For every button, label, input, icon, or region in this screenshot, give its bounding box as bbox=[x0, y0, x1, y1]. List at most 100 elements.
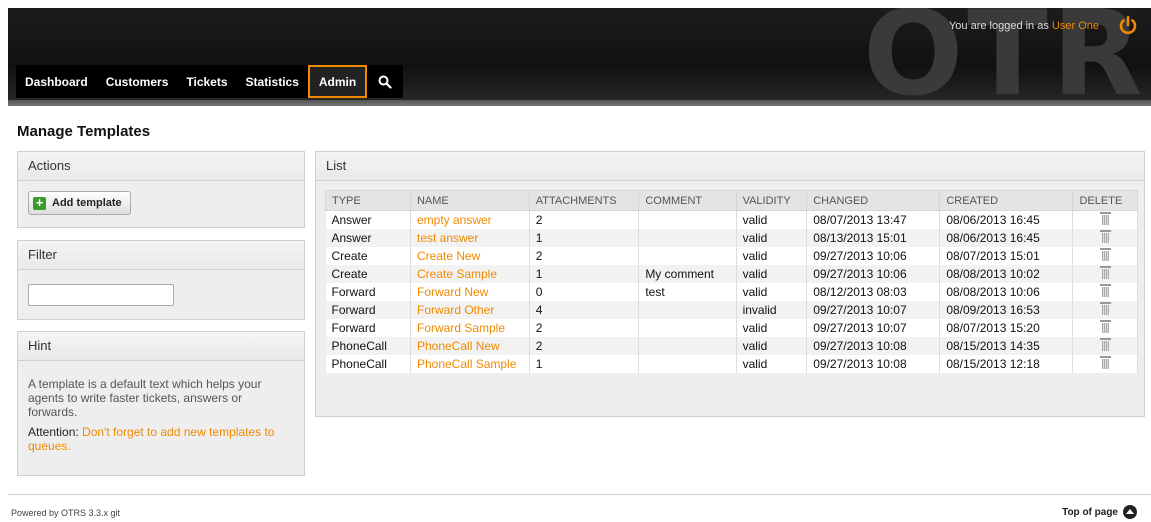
top-of-page-link[interactable]: Top of page bbox=[1062, 505, 1137, 519]
trash-icon[interactable] bbox=[1099, 230, 1111, 243]
delete-cell bbox=[1072, 265, 1138, 283]
page-title: Manage Templates bbox=[17, 123, 151, 140]
template-name-link[interactable]: Create Sample bbox=[410, 265, 530, 283]
cell-comment bbox=[638, 301, 737, 319]
nav-search[interactable] bbox=[367, 65, 403, 98]
trash-icon[interactable] bbox=[1099, 212, 1111, 225]
add-template-button[interactable]: + Add template bbox=[28, 191, 131, 215]
cell-attachments: 2 bbox=[529, 210, 640, 229]
trash-icon[interactable] bbox=[1099, 302, 1111, 315]
cell-attachments: 2 bbox=[529, 247, 640, 265]
delete-cell bbox=[1072, 319, 1138, 337]
cell-validity: valid bbox=[736, 210, 808, 229]
template-name-link[interactable]: test answer bbox=[410, 229, 530, 247]
nav-statistics[interactable]: Statistics bbox=[237, 65, 308, 98]
delete-cell bbox=[1072, 355, 1138, 373]
table-row: Forward Forward Sample 2 valid 09/27/2013 10… bbox=[325, 319, 1138, 337]
cell-comment bbox=[638, 210, 737, 229]
template-name-link[interactable]: Forward New bbox=[410, 283, 530, 301]
cell-validity: valid bbox=[736, 247, 808, 265]
cell-comment bbox=[638, 229, 737, 247]
nav-admin[interactable]: Admin bbox=[307, 65, 368, 98]
login-info: You are logged in as User One bbox=[949, 20, 1099, 32]
actions-title: Actions bbox=[18, 152, 304, 181]
col-validity[interactable]: VALIDITY bbox=[735, 190, 808, 211]
cell-comment: test bbox=[638, 283, 737, 301]
user-name-link[interactable]: User One bbox=[1052, 20, 1099, 32]
cell-type: PhoneCall bbox=[325, 337, 411, 355]
cell-attachments: 1 bbox=[529, 265, 640, 283]
trash-icon[interactable] bbox=[1099, 266, 1111, 279]
main-nav: Dashboard Customers Tickets Statistics A… bbox=[16, 65, 404, 98]
col-created[interactable]: CREATED bbox=[939, 190, 1074, 211]
cell-attachments: 1 bbox=[529, 229, 640, 247]
plus-icon: + bbox=[33, 196, 46, 210]
cell-comment: My comment bbox=[638, 265, 737, 283]
trash-icon[interactable] bbox=[1099, 320, 1111, 333]
cell-created: 08/08/2013 10:02 bbox=[939, 265, 1074, 283]
delete-cell bbox=[1072, 337, 1138, 355]
col-delete: DELETE bbox=[1072, 190, 1138, 211]
trash-icon[interactable] bbox=[1099, 338, 1111, 351]
search-icon bbox=[378, 75, 392, 89]
arrow-up-icon bbox=[1123, 505, 1137, 519]
filter-box: Filter bbox=[17, 240, 305, 320]
list-box: List TYPE NAME ATTACHMENTS COMMENT VALID… bbox=[315, 151, 1145, 417]
col-attachments[interactable]: ATTACHMENTS bbox=[528, 190, 640, 211]
cell-comment bbox=[638, 337, 737, 355]
cell-type: Create bbox=[325, 265, 411, 283]
cell-created: 08/08/2013 10:06 bbox=[939, 283, 1074, 301]
cell-changed: 09/27/2013 10:06 bbox=[806, 247, 941, 265]
nav-dashboard[interactable]: Dashboard bbox=[16, 65, 97, 98]
cell-created: 08/15/2013 12:18 bbox=[939, 355, 1074, 373]
template-name-link[interactable]: Create New bbox=[410, 247, 530, 265]
cell-validity: valid bbox=[736, 229, 808, 247]
cell-changed: 09/27/2013 10:06 bbox=[806, 265, 941, 283]
template-name-link[interactable]: Forward Other bbox=[410, 301, 530, 319]
top-of-page-label: Top of page bbox=[1062, 506, 1118, 518]
nav-customers[interactable]: Customers bbox=[97, 65, 178, 98]
logout-power-icon[interactable] bbox=[1117, 14, 1139, 36]
cell-type: Answer bbox=[325, 210, 411, 229]
header: OTRS You are logged in as User One Dashb… bbox=[8, 8, 1151, 106]
cell-validity: invalid bbox=[736, 301, 808, 319]
cell-attachments: 2 bbox=[529, 319, 640, 337]
actions-box: Actions + Add template bbox=[17, 151, 305, 228]
cell-comment bbox=[638, 319, 737, 337]
cell-type: Answer bbox=[325, 229, 411, 247]
delete-cell bbox=[1072, 247, 1138, 265]
cell-type: Forward bbox=[325, 301, 411, 319]
hint-box: Hint A template is a default text which … bbox=[17, 331, 305, 476]
col-changed[interactable]: CHANGED bbox=[806, 190, 941, 211]
nav-tickets[interactable]: Tickets bbox=[177, 65, 236, 98]
cell-attachments: 2 bbox=[529, 337, 640, 355]
table-row: Answer test answer 1 valid 08/13/2013 15:01 0… bbox=[325, 229, 1138, 247]
cell-comment bbox=[638, 355, 737, 373]
template-name-link[interactable]: PhoneCall New bbox=[410, 337, 530, 355]
col-name[interactable]: NAME bbox=[409, 190, 530, 211]
template-name-link[interactable]: PhoneCall Sample bbox=[410, 355, 530, 373]
list-title: List bbox=[316, 152, 1144, 181]
cell-created: 08/07/2013 15:01 bbox=[939, 247, 1074, 265]
footer-divider bbox=[8, 494, 1151, 495]
col-type[interactable]: TYPE bbox=[325, 190, 411, 211]
trash-icon[interactable] bbox=[1099, 356, 1111, 369]
template-name-link[interactable]: Forward Sample bbox=[410, 319, 530, 337]
hint-text: A template is a default text which helps… bbox=[28, 377, 262, 419]
cell-validity: valid bbox=[736, 283, 808, 301]
template-name-link[interactable]: empty answer bbox=[410, 210, 530, 229]
filter-input[interactable] bbox=[28, 284, 174, 306]
attention-label: Attention: bbox=[28, 425, 79, 439]
cell-created: 08/09/2013 16:53 bbox=[939, 301, 1074, 319]
col-comment[interactable]: COMMENT bbox=[638, 190, 737, 211]
trash-icon[interactable] bbox=[1099, 284, 1111, 297]
cell-created: 08/07/2013 15:20 bbox=[939, 319, 1074, 337]
cell-created: 08/06/2013 16:45 bbox=[939, 210, 1074, 229]
table-row: Forward Forward New 0 test valid 08/12/2013 0… bbox=[325, 283, 1138, 301]
cell-changed: 09/27/2013 10:07 bbox=[806, 319, 941, 337]
delete-cell bbox=[1072, 301, 1138, 319]
cell-validity: valid bbox=[736, 337, 808, 355]
add-template-label: Add template bbox=[52, 197, 122, 209]
templates-table: TYPE NAME ATTACHMENTS COMMENT VALIDITY C… bbox=[325, 190, 1138, 373]
trash-icon[interactable] bbox=[1099, 248, 1111, 261]
